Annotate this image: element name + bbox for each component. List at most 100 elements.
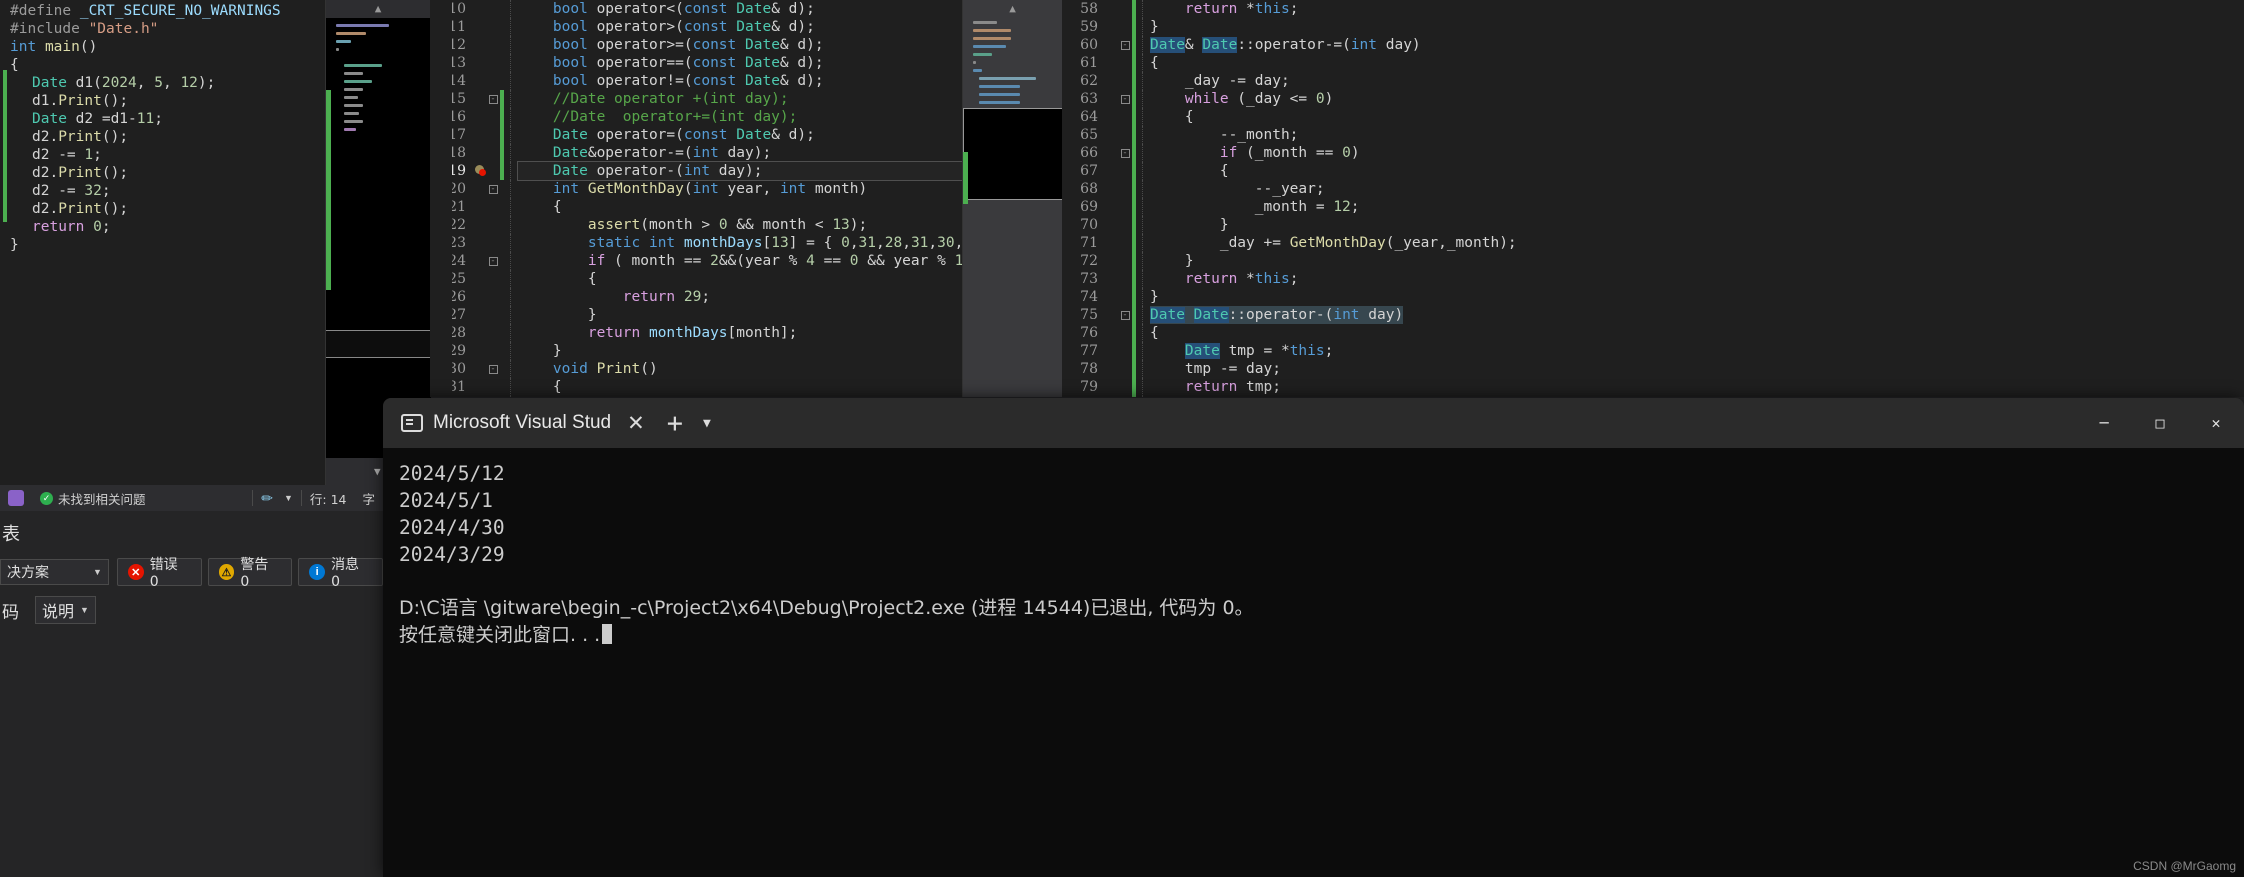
messages-badge[interactable]: i 消息 0 xyxy=(298,557,383,590)
errors-badge[interactable]: ✕ 错误 0 xyxy=(116,557,202,590)
code-line[interactable]: #define _CRT_SECURE_NO_WARNINGS xyxy=(0,2,325,20)
code-line[interactable]: d2 -= 1; xyxy=(0,146,325,164)
code-token: (month > xyxy=(640,217,719,233)
code-line[interactable]: 67 { xyxy=(1062,162,2244,180)
left-code-editor[interactable]: #define _CRT_SECURE_NO_WARNINGS #include … xyxy=(0,0,325,485)
chevron-down-icon[interactable]: ▼ xyxy=(284,493,293,503)
close-icon[interactable]: ✕ xyxy=(621,413,651,434)
code-line[interactable]: return 0; xyxy=(0,218,325,236)
code-line[interactable]: 71 _day += GetMonthDay(_year,_month); xyxy=(1062,234,2244,252)
code-line[interactable]: 66 - if (_month == 0) xyxy=(1062,144,2244,162)
code-text: //Date operator +(int day); xyxy=(518,90,789,108)
description-column-header[interactable]: 说明 ▼ xyxy=(35,596,96,624)
code-token: & d); xyxy=(771,19,815,35)
code-line[interactable]: 59} xyxy=(1062,18,2244,36)
code-token: Date xyxy=(736,19,772,35)
code-line[interactable]: 79 return tmp; xyxy=(1062,378,2244,396)
minimap-collapse-arrow[interactable]: ▲ xyxy=(326,0,430,15)
right-minimap-viewport[interactable] xyxy=(963,108,1063,200)
code-line[interactable]: 74} xyxy=(1062,288,2244,306)
right-code-editor[interactable]: 58 return *this; 59} 60- Date& Date::operat… xyxy=(1062,0,2244,397)
code-line[interactable]: Date d2 =d1-11; xyxy=(0,110,325,128)
minimap-line xyxy=(336,32,366,35)
code-line[interactable]: 73 return *this; xyxy=(1062,270,2244,288)
code-token: ) xyxy=(1324,91,1334,107)
code-line[interactable]: d1.Print(); xyxy=(0,92,325,110)
code-text: #include "Date.h" xyxy=(10,20,158,38)
fold-toggle-icon[interactable]: - xyxy=(1118,90,1132,108)
code-token: Date xyxy=(1193,307,1229,323)
terminal-title-bar[interactable]: Microsoft Visual Stud ✕ + ▼ ─ □ ✕ xyxy=(383,398,2244,448)
code-token: this xyxy=(1254,1,1290,17)
plus-icon[interactable]: + xyxy=(657,410,693,437)
problem-status-cell[interactable]: ✓ 未找到相关问题 xyxy=(32,485,154,511)
code-token: bool xyxy=(552,73,588,89)
minimap-scroll-down-arrow[interactable]: ▼ xyxy=(374,465,381,478)
minimap-line xyxy=(979,93,1021,96)
code-token: bool xyxy=(552,37,588,53)
code-line[interactable]: 76 { xyxy=(1062,324,2244,342)
fold-toggle-icon[interactable]: - xyxy=(1118,36,1132,54)
code-line[interactable]: 77 Date tmp = *this; xyxy=(1062,342,2244,360)
breakpoint-icon[interactable] xyxy=(474,162,486,180)
code-line[interactable]: { xyxy=(0,56,325,74)
gutter-spacer xyxy=(474,378,486,396)
fold-toggle-icon[interactable]: - xyxy=(486,360,500,378)
code-line[interactable]: 80} xyxy=(1062,396,2244,397)
terminal-tab[interactable]: Microsoft Visual Stud ✕ xyxy=(397,398,657,448)
solution-scope-dropdown[interactable]: 决方案 ▼ xyxy=(0,559,109,585)
minimize-icon[interactable]: ─ xyxy=(2076,398,2132,448)
terminal-output[interactable]: 2024/5/12 2024/5/1 2024/4/30 2024/3/29 D:\C… xyxy=(383,448,2244,649)
errors-label: 错误 0 xyxy=(149,557,178,590)
line-number: 66 xyxy=(1080,145,1098,161)
fold-toggle-icon[interactable]: - xyxy=(486,90,500,108)
code-line[interactable]: 69 _month = 12; xyxy=(1062,198,2244,216)
code-line[interactable]: 58 return *this; xyxy=(1062,0,2244,18)
close-icon[interactable]: ✕ xyxy=(2188,398,2244,448)
warnings-badge[interactable]: ⚠ 警告 0 xyxy=(207,557,293,590)
code-line[interactable]: 72 } xyxy=(1062,252,2244,270)
code-line[interactable]: d2.Print(); xyxy=(0,164,325,182)
code-line[interactable]: 64 { xyxy=(1062,108,2244,126)
minimap-viewport[interactable] xyxy=(326,330,431,358)
code-line[interactable]: 63 - while (_day <= 0) xyxy=(1062,90,2244,108)
brush-cell[interactable]: ✏ ▼ xyxy=(253,485,301,511)
code-line[interactable]: d2.Print(); xyxy=(0,128,325,146)
code-line[interactable]: d2 -= 32; xyxy=(0,182,325,200)
code-line[interactable]: 70 } xyxy=(1062,216,2244,234)
code-line[interactable]: } xyxy=(0,236,325,254)
fold-toggle-icon[interactable]: - xyxy=(486,252,500,270)
code-token: int xyxy=(1333,307,1360,323)
fold-toggle-icon[interactable]: - xyxy=(1118,306,1132,324)
change-bar xyxy=(500,108,504,126)
chevron-down-icon[interactable]: ▼ xyxy=(693,417,721,430)
terminal-window[interactable]: Microsoft Visual Stud ✕ + ▼ ─ □ ✕ 2024/5… xyxy=(383,398,2244,877)
code-line[interactable]: 78 tmp -= day; xyxy=(1062,360,2244,378)
maximize-icon[interactable]: □ xyxy=(2132,398,2188,448)
code-token: this xyxy=(1289,343,1325,359)
fold-toggle-icon[interactable]: - xyxy=(486,180,500,198)
code-line[interactable]: 68 --_year; xyxy=(1062,180,2244,198)
fold-toggle-icon[interactable]: - xyxy=(1118,144,1132,162)
vs-logo-cell[interactable] xyxy=(0,485,32,511)
code-line[interactable]: int main() xyxy=(0,38,325,56)
code-line[interactable]: d2.Print(); xyxy=(0,200,325,218)
code-line[interactable]: 61 { xyxy=(1062,54,2244,72)
code-line[interactable]: 75- Date Date::operator-(int day) xyxy=(1062,306,2244,324)
code-line[interactable]: #include "Date.h" xyxy=(0,20,325,38)
code-line[interactable]: 60- Date& Date::operator-=(int day) xyxy=(1062,36,2244,54)
right-minimap-collapse-arrow[interactable]: ▲ xyxy=(963,0,1062,15)
right-minimap[interactable]: ▲ xyxy=(962,0,1063,397)
code-line[interactable]: Date d1(2024, 5, 12); xyxy=(0,74,325,92)
code-line[interactable]: 65 --_month; xyxy=(1062,126,2244,144)
code-line[interactable]: 62 _day -= day; xyxy=(1062,72,2244,90)
terminal-line: 2024/4/30 xyxy=(399,516,505,539)
